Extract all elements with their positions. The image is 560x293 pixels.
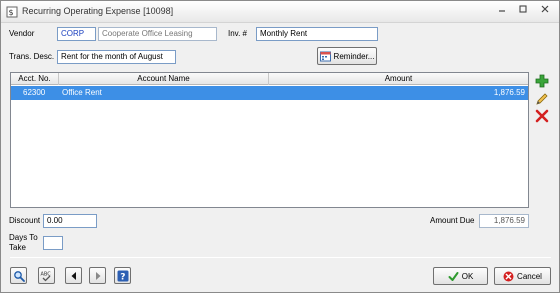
svg-text:$: $ bbox=[9, 8, 14, 17]
discount-field[interactable]: 0.00 bbox=[43, 214, 97, 228]
previous-button[interactable] bbox=[65, 267, 82, 284]
amount-cell: 1,876.59 bbox=[493, 88, 525, 97]
next-icon bbox=[95, 271, 100, 280]
app-icon: $ bbox=[6, 6, 18, 18]
days-to-take-label-line1: Days To bbox=[9, 233, 38, 242]
recurring-expense-window: $ Recurring Operating Expense [10098] Ve… bbox=[0, 0, 560, 293]
acct-no-cell: 62300 bbox=[23, 88, 46, 97]
account-name-cell: Office Rent bbox=[62, 88, 102, 97]
edit-row-button[interactable] bbox=[533, 90, 551, 108]
vendor-label: Vendor bbox=[9, 29, 35, 38]
cancel-icon bbox=[503, 271, 514, 281]
column-header-acct-no[interactable]: Acct. No. bbox=[11, 73, 59, 85]
minimize-button[interactable] bbox=[494, 4, 510, 20]
days-to-take-label-line2: Take bbox=[9, 243, 26, 252]
trans-desc-label: Trans. Desc. bbox=[9, 52, 55, 61]
ok-button[interactable]: OK bbox=[433, 267, 488, 285]
amount-due-field: 1,876.59 bbox=[479, 214, 529, 228]
spellcheck-button[interactable]: ABC bbox=[38, 267, 55, 284]
check-icon bbox=[448, 271, 459, 281]
maximize-button[interactable] bbox=[515, 4, 531, 20]
help-icon: ? bbox=[117, 270, 128, 282]
column-header-account-name[interactable]: Account Name bbox=[59, 73, 269, 85]
reminder-icon bbox=[319, 51, 331, 61]
table-row[interactable]: 62300 Office Rent 1,876.59 bbox=[11, 86, 528, 100]
delete-row-icon bbox=[535, 109, 549, 123]
cancel-button[interactable]: Cancel bbox=[494, 267, 551, 285]
spellcheck-icon: ABC bbox=[41, 271, 51, 281]
vendor-name-field[interactable]: Cooperate Office Leasing bbox=[98, 27, 217, 41]
expense-grid[interactable]: Acct. No. Account Name Amount 62300 Offi… bbox=[10, 72, 529, 208]
search-button[interactable] bbox=[10, 267, 27, 284]
title-bar: $ Recurring Operating Expense [10098] bbox=[1, 1, 559, 23]
help-button[interactable]: ? bbox=[114, 267, 131, 284]
close-window-button[interactable] bbox=[537, 4, 553, 20]
delete-row-button[interactable] bbox=[533, 107, 551, 125]
svg-text:?: ? bbox=[120, 272, 125, 282]
reminder-button-label: Reminder... bbox=[333, 51, 375, 61]
next-button[interactable] bbox=[89, 267, 106, 284]
search-icon bbox=[13, 270, 25, 282]
ok-button-label: OK bbox=[461, 271, 474, 281]
footer-divider bbox=[10, 257, 551, 258]
discount-label: Discount bbox=[9, 216, 41, 225]
minimize-icon bbox=[499, 10, 505, 12]
window-title: Recurring Operating Expense [10098] bbox=[22, 6, 174, 16]
add-row-button[interactable] bbox=[533, 72, 551, 90]
invoice-label: Inv. # bbox=[228, 29, 247, 38]
reminder-button[interactable]: Reminder... bbox=[317, 47, 377, 65]
grid-header: Acct. No. Account Name Amount bbox=[11, 73, 528, 85]
days-to-take-field[interactable] bbox=[43, 236, 63, 250]
close-icon bbox=[541, 5, 549, 13]
maximize-icon bbox=[519, 5, 527, 13]
column-header-amount[interactable]: Amount bbox=[269, 73, 528, 85]
edit-row-icon bbox=[536, 93, 548, 105]
previous-icon bbox=[71, 271, 76, 280]
amount-due-label: Amount Due bbox=[430, 216, 475, 225]
invoice-number-field[interactable]: Monthly Rent bbox=[256, 27, 378, 41]
vendor-code-field[interactable]: CORP bbox=[57, 27, 96, 41]
add-row-icon bbox=[535, 74, 549, 88]
cancel-button-label: Cancel bbox=[517, 271, 542, 281]
trans-desc-field[interactable]: Rent for the month of August bbox=[57, 50, 176, 64]
